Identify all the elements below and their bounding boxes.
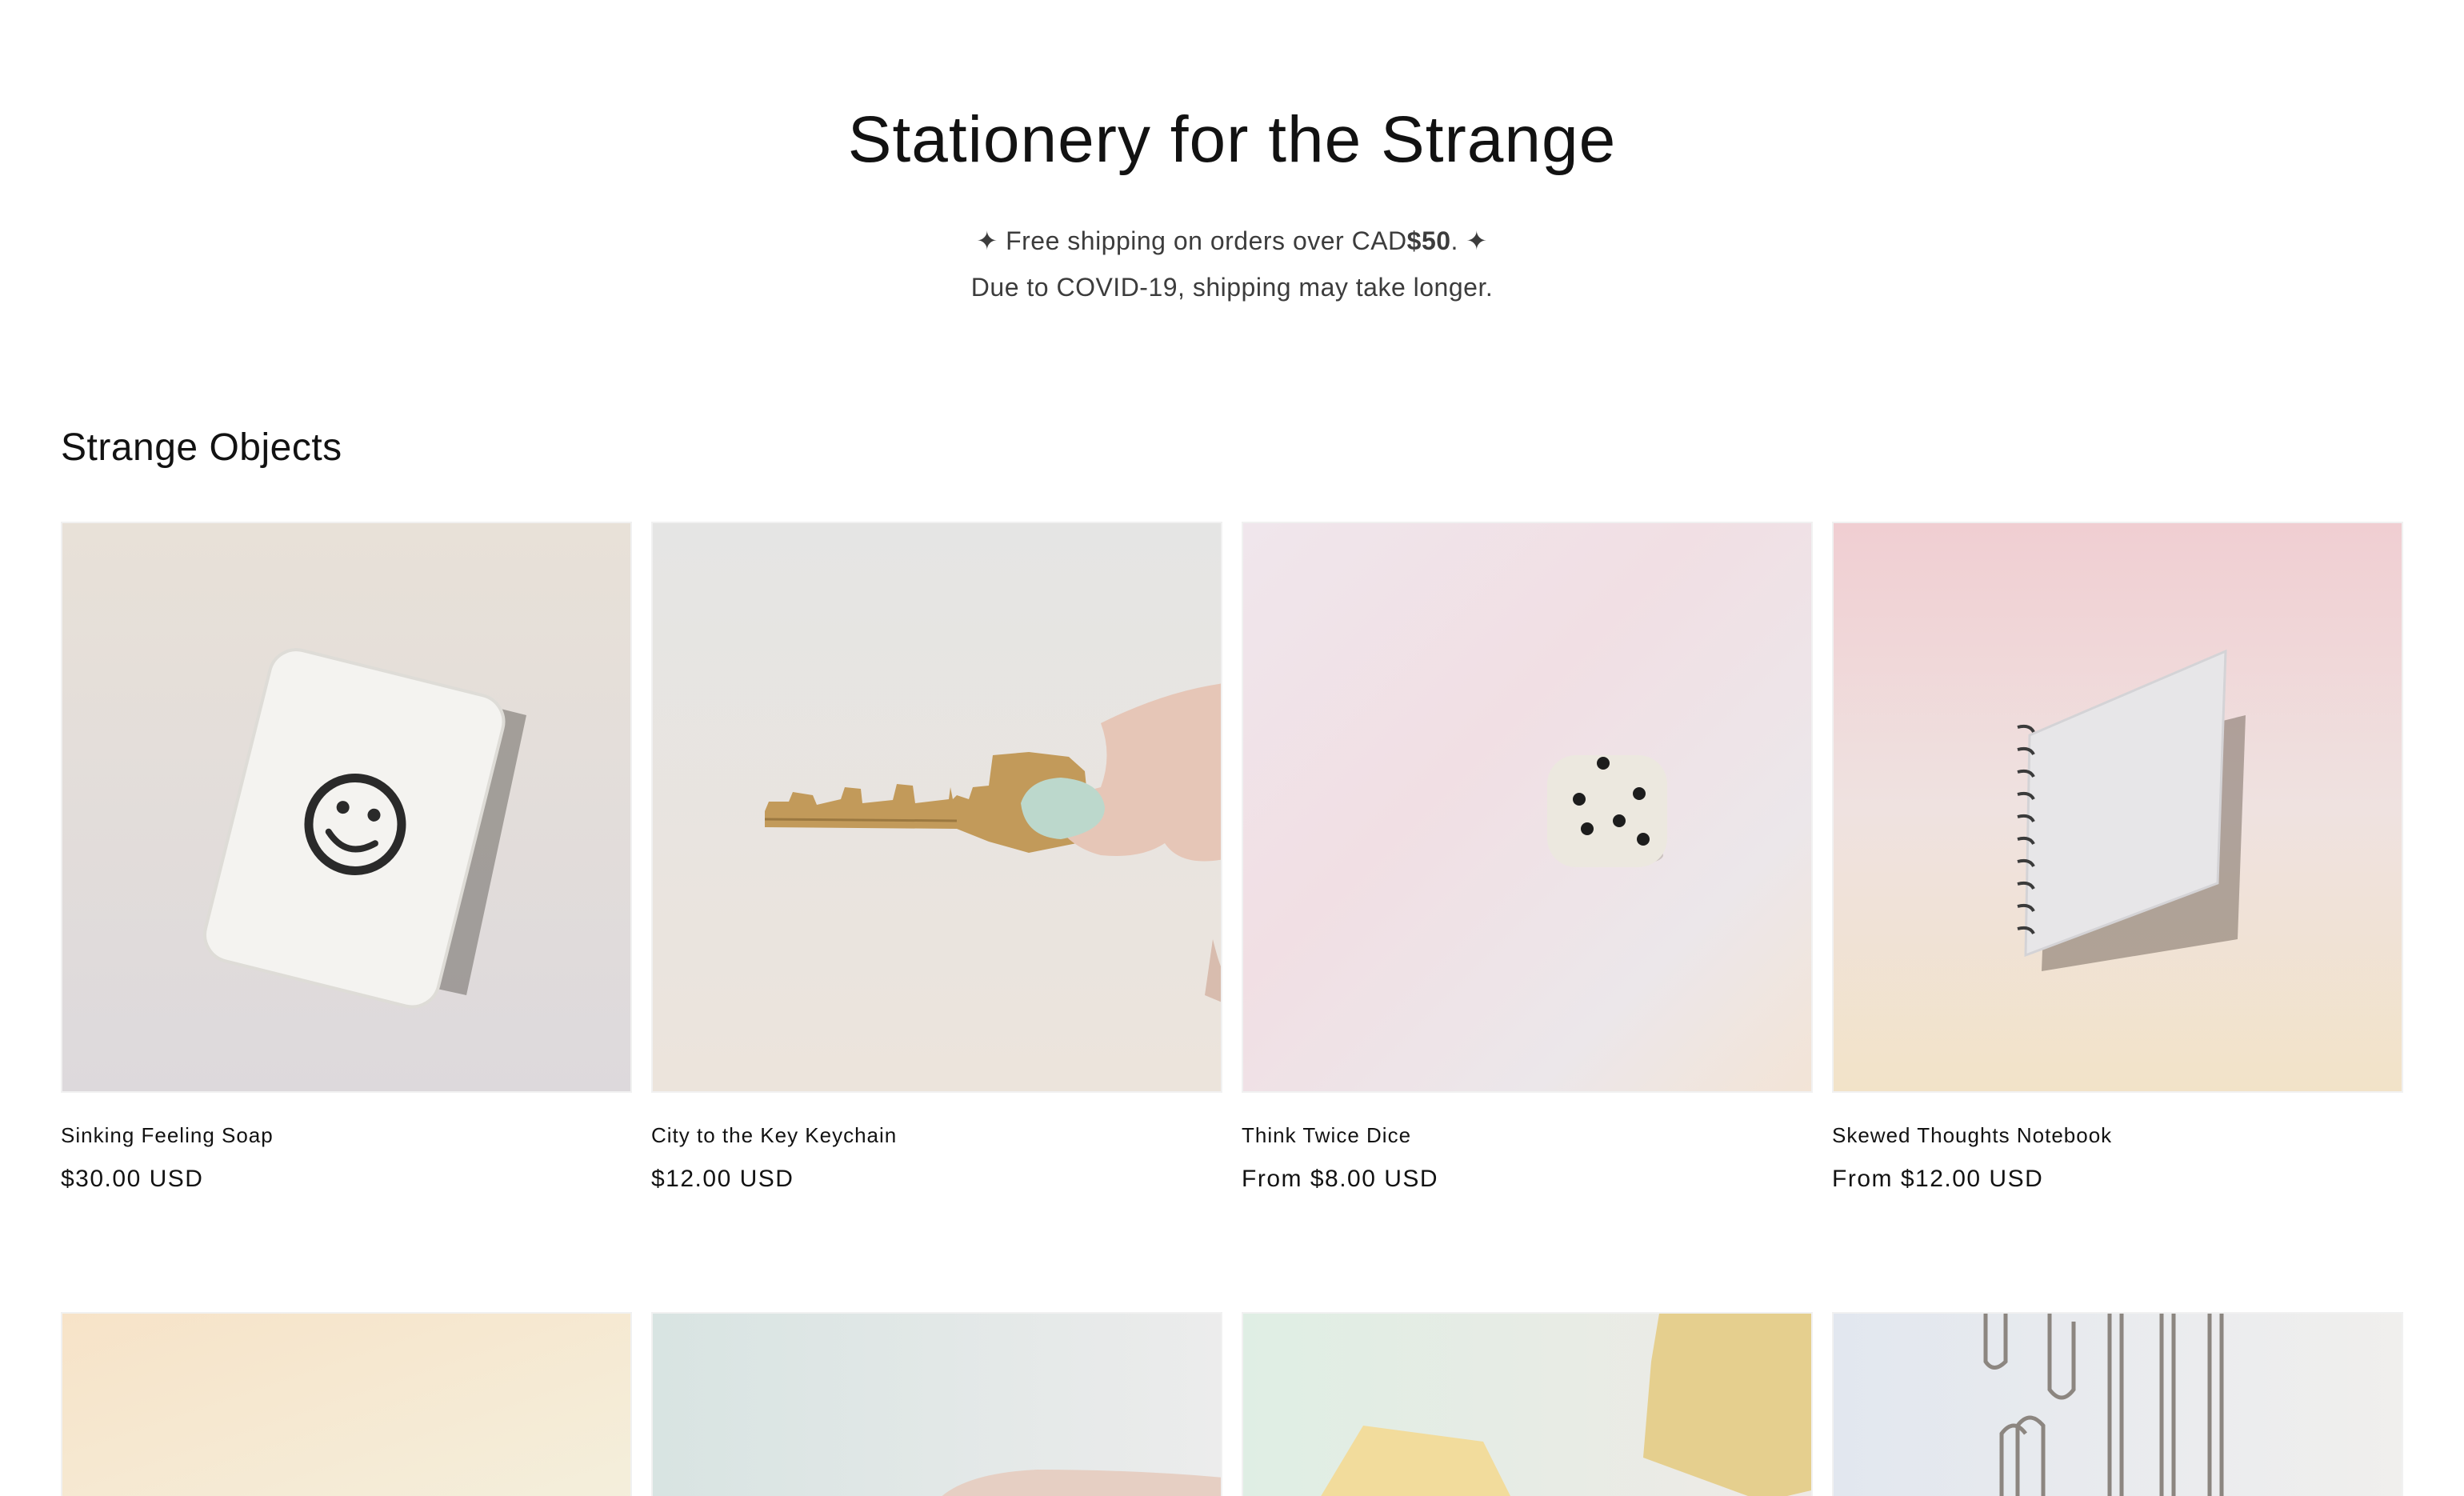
product-image-link[interactable]: [1832, 522, 2403, 1093]
free-shipping-amount: $50: [1406, 226, 1451, 255]
free-shipping-suffix: . ✦: [1450, 226, 1488, 255]
collection-title: Strange Objects: [61, 426, 342, 469]
product-card[interactable]: Think Twice Dice From $8.00 USD: [1242, 522, 1813, 1192]
product-title[interactable]: Sinking Feeling Soap: [61, 1123, 274, 1148]
product-title[interactable]: Think Twice Dice: [1242, 1123, 1411, 1148]
covid-shipping-note: Due to COVID-19, shipping may take longe…: [970, 273, 1494, 302]
key-keychain-icon: [653, 523, 1221, 1091]
product-image-link[interactable]: [1242, 522, 1813, 1093]
free-shipping-note: ✦ Free shipping on orders over CAD$50. ✦: [0, 226, 2464, 256]
product-price: $30.00 USD: [61, 1166, 204, 1192]
product-image-link[interactable]: [61, 522, 632, 1093]
product-price: From $12.00 USD: [1832, 1166, 2044, 1192]
product-image-link[interactable]: [61, 1312, 632, 1496]
product-title[interactable]: City to the Key Keychain: [651, 1123, 897, 1148]
product-price: $12.00 USD: [651, 1166, 794, 1192]
product-image-link[interactable]: [1832, 1312, 2403, 1496]
product-image-link[interactable]: [1242, 1312, 1813, 1496]
sticky-notes-icon: [1243, 1314, 1811, 1496]
notebook-icon: [1834, 523, 2402, 1091]
dice-icon: [1243, 523, 1811, 1091]
product-card[interactable]: City to the Key Keychain $12.00 USD: [651, 522, 1222, 1192]
product-image-link[interactable]: [651, 522, 1222, 1093]
product-image-link[interactable]: [651, 1312, 1222, 1496]
hand-product-icon: [653, 1314, 1221, 1496]
soap-smiley-icon: [62, 523, 630, 1091]
paperclips-icon: [1834, 1314, 2402, 1496]
pastel-product-icon: [62, 1314, 630, 1496]
free-shipping-text: ✦ Free shipping on orders over CAD: [976, 226, 1407, 255]
product-card[interactable]: Skewed Thoughts Notebook From $12.00 USD: [1832, 522, 2403, 1192]
page-title: Stationery for the Strange: [847, 103, 1617, 176]
product-title[interactable]: Skewed Thoughts Notebook: [1832, 1123, 2112, 1148]
product-card[interactable]: Sinking Feeling Soap $30.00 USD: [61, 522, 632, 1192]
product-price: From $8.00 USD: [1242, 1166, 1439, 1192]
